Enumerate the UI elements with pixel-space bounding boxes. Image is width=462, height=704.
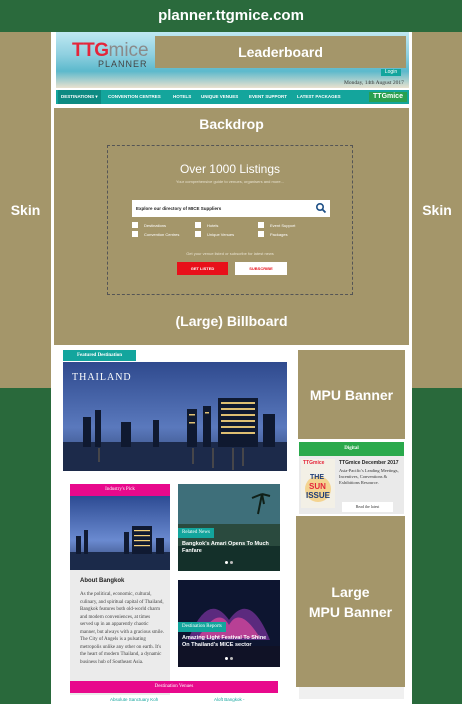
cover-title-3: ISSUE xyxy=(306,491,331,500)
industry-pick-image[interactable] xyxy=(70,496,170,570)
leaderboard-ad[interactable]: Leaderboard xyxy=(155,36,406,68)
nav-item-convention-centres[interactable]: CONVENTION CENTRES xyxy=(108,90,161,104)
get-listed-button[interactable]: GET LISTED xyxy=(177,262,228,275)
mpu-banner-ad[interactable]: MPU Banner xyxy=(298,350,405,439)
destination-reports-card[interactable]: Destination Reports Amazing Light Festiv… xyxy=(178,580,280,667)
leaderboard-label: Leaderboard xyxy=(238,44,323,60)
backdrop-label: Backdrop xyxy=(199,116,264,132)
destination-reports-tab: Destination Reports xyxy=(178,622,226,632)
checkbox-hotels[interactable]: Hotels xyxy=(195,222,218,228)
destination-venues-header: Destination Venues xyxy=(70,681,278,693)
carousel-dots xyxy=(225,657,233,660)
site-domain-bar: planner.ttgmice.com xyxy=(0,0,462,32)
featured-destination-image[interactable]: THAILAND xyxy=(63,362,287,471)
checkbox-box xyxy=(258,222,264,228)
site-header: TTGmice PLANNER Leaderboard Login Monday… xyxy=(56,32,409,88)
skin-ad-right[interactable]: Skin xyxy=(412,32,462,388)
checkbox-label: Destinations xyxy=(144,222,167,228)
checkbox-label: Unique Venues xyxy=(207,231,235,237)
about-bangkok-body: As the political, economic, cultural, cu… xyxy=(80,592,164,665)
magazine-title: TTGmice December 2017 xyxy=(339,460,399,466)
checkbox-event-support[interactable]: Event Support xyxy=(258,222,295,228)
carousel-dot[interactable] xyxy=(230,657,233,660)
carousel-dots xyxy=(225,561,233,564)
venue-link-aloft-bangkok[interactable]: Aloft Bangkok - xyxy=(214,697,245,702)
related-news-title[interactable]: Bangkok's Amari Opens To Much Fanfare xyxy=(182,541,274,555)
venues-list-row: Absolute Sanctuary Koh Aloft Bangkok - xyxy=(70,694,278,704)
backdrop-ad[interactable]: Backdrop Over 1000 Listings Your compreh… xyxy=(54,108,409,325)
search-icon[interactable] xyxy=(315,202,327,214)
large-mpu-banner-ad[interactable]: Large MPU Banner xyxy=(296,516,405,687)
nav-logo-mice: mice xyxy=(387,93,403,100)
checkbox-box xyxy=(132,231,138,237)
checkbox-destinations[interactable]: Destinations xyxy=(132,222,166,228)
subscribe-button[interactable]: SUBSCRIBE xyxy=(235,262,287,275)
featured-destination-label: THAILAND xyxy=(72,372,132,383)
listings-subtitle: Your comprehensive guide to venues, orga… xyxy=(176,179,284,184)
supplier-search-input[interactable]: Explore our directory of MICE Suppliers xyxy=(132,200,330,217)
nav-item-destinations[interactable]: DESTINATIONS ▾ xyxy=(58,90,101,104)
magazine-description: Asia-Pacific's Leading Meetings, Incenti… xyxy=(339,468,399,485)
checkbox-label: Event Support xyxy=(270,222,296,228)
bangkok-river-image xyxy=(70,496,170,570)
nav-item-event-support[interactable]: EVENT SUPPORT xyxy=(249,90,287,104)
digital-section-header: Digital xyxy=(299,442,404,456)
ttgmice-planner-logo[interactable]: TTGmice PLANNER xyxy=(72,40,152,69)
large-mpu-line2: MPU Banner xyxy=(308,603,393,620)
magazine-cover[interactable]: TTGmice THE SUN ISSUE xyxy=(301,459,335,508)
logo-mice-text: mice xyxy=(108,40,149,61)
current-date: Monday, 14th August 2017 xyxy=(344,80,404,86)
login-button[interactable]: Login xyxy=(381,69,401,76)
read-latest-button[interactable]: Read the latest xyxy=(342,502,393,512)
digital-magazine-card: TTGmice THE SUN ISSUE TTGmice December 2… xyxy=(299,456,404,514)
main-nav: DESTINATIONS ▾ CONVENTION CENTRES HOTELS… xyxy=(56,90,409,104)
checkbox-label: Convention Centres xyxy=(144,231,180,237)
sidebar-spacer xyxy=(299,687,404,699)
cover-brand: TTGmice xyxy=(303,460,325,466)
cover-title-2: SUN xyxy=(309,482,326,491)
nav-logo-ttg: TTG xyxy=(373,93,388,100)
skin-label: Skin xyxy=(422,202,452,218)
nav-item-latest-packages[interactable]: LATEST PACKAGES xyxy=(297,90,341,104)
billboard-ad[interactable]: (Large) Billboard xyxy=(54,297,409,345)
related-news-tab: Related News xyxy=(178,528,214,538)
large-mpu-line1: Large xyxy=(331,583,370,600)
industry-pick-text: About Bangkok As the political, economic… xyxy=(70,570,170,695)
billboard-label: (Large) Billboard xyxy=(175,313,288,329)
checkbox-box xyxy=(195,231,201,237)
skin-ad-left[interactable]: Skin xyxy=(0,32,51,388)
related-news-card[interactable]: Related News Bangkok's Amari Opens To Mu… xyxy=(178,484,280,571)
carousel-dot[interactable] xyxy=(225,561,228,564)
skin-label: Skin xyxy=(10,202,41,218)
checkbox-box xyxy=(258,231,264,237)
checkbox-packages[interactable]: Packages xyxy=(258,231,288,237)
logo-planner-text: PLANNER xyxy=(98,59,148,69)
industry-pick-header: Industry's Pick xyxy=(70,484,170,496)
listings-title: Over 1000 Listings xyxy=(179,162,281,176)
nav-ttgmice-logo[interactable]: TTGmice xyxy=(369,92,407,102)
checkbox-convention-centres[interactable]: Convention Centres xyxy=(132,231,179,237)
carousel-dot[interactable] xyxy=(225,657,228,660)
newsletter-text: Get your venue listed or subscribe for l… xyxy=(186,251,274,256)
carousel-dot[interactable] xyxy=(230,561,233,564)
about-bangkok-title: About Bangkok xyxy=(80,578,125,584)
nav-item-hotels[interactable]: HOTELS xyxy=(173,90,191,104)
mpu-label: MPU Banner xyxy=(309,386,394,403)
listings-panel: Over 1000 Listings Your comprehensive gu… xyxy=(107,145,353,295)
featured-destination-tab: Featured Destination xyxy=(63,350,136,361)
logo-ttg-text: TTG xyxy=(72,40,109,61)
large-mpu-label: Large MPU Banner xyxy=(309,582,392,622)
checkbox-label: Packages xyxy=(270,231,288,237)
page-content: TTGmice PLANNER Leaderboard Login Monday… xyxy=(51,32,412,704)
nav-item-unique-venues[interactable]: UNIQUE VENUES xyxy=(201,90,238,104)
checkbox-unique-venues[interactable]: Unique Venues xyxy=(195,231,234,237)
venue-link-absolute-sanctuary[interactable]: Absolute Sanctuary Koh xyxy=(110,697,158,702)
checkbox-box xyxy=(132,222,138,228)
checkbox-box xyxy=(195,222,201,228)
search-placeholder: Explore our directory of MICE Suppliers xyxy=(136,206,222,211)
checkbox-label: Hotels xyxy=(207,222,219,228)
cover-title-1: THE xyxy=(310,474,324,481)
destination-reports-title[interactable]: Amazing Light Festival To Shine On Thail… xyxy=(182,635,274,649)
